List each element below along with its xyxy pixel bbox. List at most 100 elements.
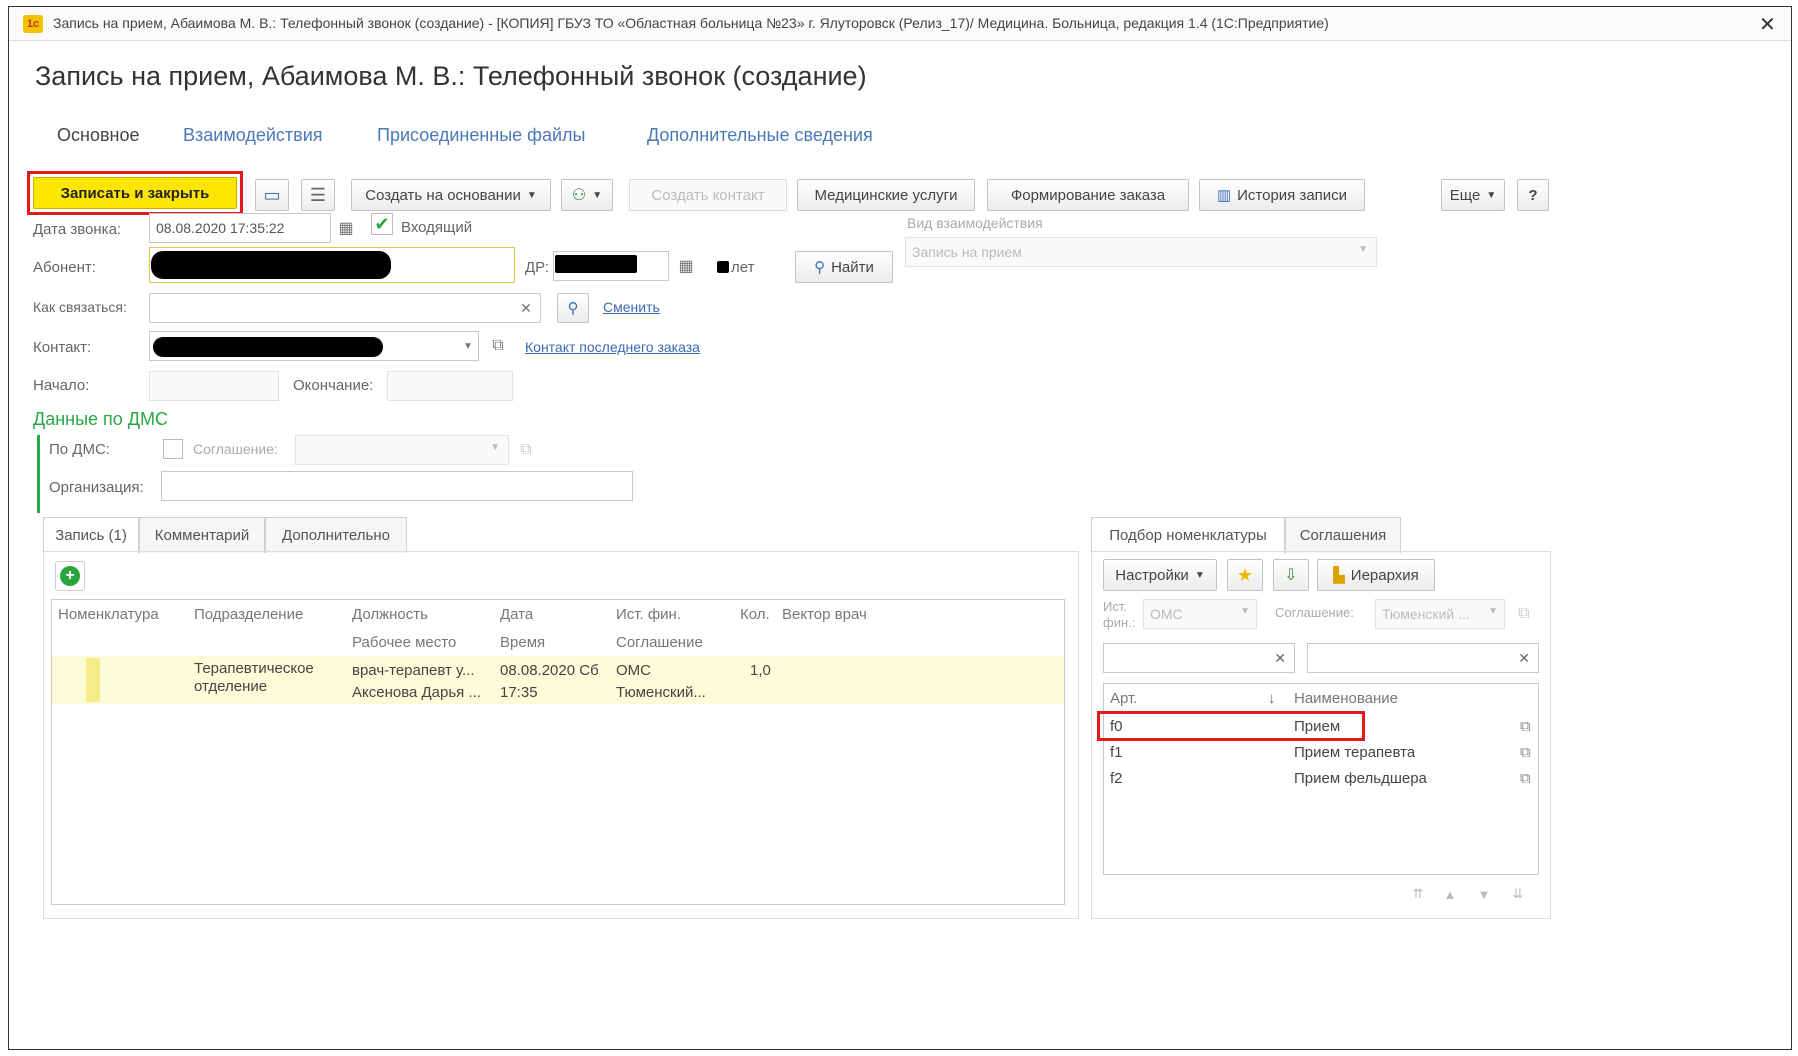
interaction-type-field[interactable]: Запись на прием ▼ (905, 237, 1377, 267)
hierarchy-button[interactable]: ▙ Иерархия (1317, 559, 1435, 591)
more-label: Еще (1449, 186, 1481, 204)
end-field[interactable] (387, 371, 513, 401)
clear-icon[interactable]: ✕ (513, 295, 539, 321)
history-label: История записи (1237, 186, 1348, 204)
find-label: Найти (831, 258, 874, 276)
clear-icon[interactable]: ✕ (1518, 650, 1530, 667)
organization-label: Организация: (49, 479, 144, 496)
find-button[interactable]: ⚲ Найти (795, 251, 893, 283)
more-button[interactable]: Еще ▼ (1441, 179, 1505, 211)
cell-department: Терапевтическое отделение (194, 660, 314, 695)
search-contact-icon[interactable]: ⚲ (557, 293, 589, 323)
by-dms-checkbox[interactable] (163, 439, 183, 459)
move-down-icon[interactable]: ▼ (1471, 881, 1497, 907)
organization-field[interactable] (161, 471, 633, 501)
hierarchy-icon: ▙ (1333, 567, 1345, 584)
nav-tab-files[interactable]: Присоединенные файлы (377, 125, 586, 146)
create-based-on-button[interactable]: Создать на основании ▼ (351, 179, 551, 211)
rp-agreement-value: Тюменский ... (1382, 606, 1470, 622)
add-row-icon[interactable]: + (55, 561, 85, 591)
tab-comment[interactable]: Комментарий (139, 517, 265, 553)
col-department: Подразделение (194, 606, 304, 623)
dms-agreement-field[interactable]: ▼ (295, 435, 509, 465)
list-item[interactable]: f1 Прием терапевта ⧉ (1104, 742, 1538, 766)
chevron-down-icon: ▼ (526, 189, 537, 201)
window-titlebar: 1c Запись на прием, Абаимова М. В.: Теле… (9, 7, 1791, 41)
chevron-down-icon: ▼ (1488, 606, 1498, 617)
tab-records[interactable]: Запись (1) (43, 517, 139, 553)
hierarchy-label: Иерархия (1350, 566, 1419, 584)
nav-tab-interactions[interactable]: Взаимодействия (183, 125, 323, 146)
birth-date-label: ДР: (525, 259, 550, 276)
help-button[interactable]: ? (1517, 179, 1549, 211)
move-first-icon[interactable]: ⇈ (1405, 881, 1431, 907)
order-forming-label: Формирование заказа (1010, 186, 1166, 204)
create-contact-button[interactable]: Создать контакт (629, 179, 787, 211)
tab-additional[interactable]: Дополнительно (265, 517, 407, 553)
tab-nomenclature-selection[interactable]: Подбор номенклатуры (1091, 517, 1285, 553)
start-label: Начало: (33, 377, 90, 394)
document-list-icon[interactable]: ☰ (301, 179, 335, 211)
open-icon[interactable]: ⧉ (1520, 718, 1531, 735)
users-menu-icon[interactable]: ⚇ ▼ (561, 179, 613, 211)
history-button[interactable]: ▥ История записи (1199, 179, 1365, 211)
order-forming-button[interactable]: Формирование заказа (987, 179, 1189, 211)
table-row[interactable]: Терапевтическое отделение врач-терапевт … (52, 656, 1064, 704)
change-link[interactable]: Сменить (603, 299, 660, 315)
nav-tab-extra-info[interactable]: Дополнительные сведения (647, 125, 873, 146)
chevron-down-icon: ▼ (1240, 606, 1250, 617)
redacted-contact (153, 337, 383, 357)
app-window: 1c Запись на прием, Абаимова М. В.: Теле… (8, 6, 1792, 1050)
form-title: Запись на прием, Абаимова М. В.: Телефон… (35, 61, 867, 91)
redacted-age (717, 261, 729, 273)
filter-art-field[interactable]: ✕ (1103, 643, 1295, 673)
open-icon[interactable]: ⧉ (485, 333, 511, 359)
highlight-item-priem (1097, 711, 1365, 741)
rp-agreement-field[interactable]: Тюменский ... ▼ (1375, 599, 1505, 629)
years-label: лет (731, 259, 755, 276)
history-icon: ▥ (1216, 187, 1232, 204)
move-last-icon[interactable]: ⇊ (1505, 881, 1531, 907)
interaction-type-value: Запись на прием (912, 244, 1022, 260)
download-icon[interactable]: ⇩ (1273, 559, 1309, 591)
save-icon[interactable]: ▭ (255, 179, 289, 211)
sort-arrow-icon: ↓ (1268, 690, 1276, 707)
dms-section-title: Данные по ДМС (33, 409, 168, 429)
incoming-checkbox[interactable]: ✔ (371, 213, 393, 235)
tab-agreements[interactable]: Соглашения (1285, 517, 1401, 553)
start-field[interactable] (149, 371, 279, 401)
call-date-field[interactable]: 08.08.2020 17:35:22 (149, 213, 331, 243)
star-icon[interactable]: ★ (1227, 559, 1263, 591)
create-based-on-label: Создать на основании (365, 186, 521, 204)
window-caption: Запись на прием, Абаимова М. В.: Телефон… (53, 15, 1329, 31)
how-contact-field[interactable] (149, 293, 541, 323)
calendar-icon[interactable]: ▦ (333, 215, 359, 241)
move-up-icon[interactable]: ▲ (1437, 881, 1463, 907)
chevron-down-icon: ▼ (490, 442, 500, 453)
nav-tab-main[interactable]: Основное (57, 125, 139, 146)
row-marker (86, 658, 100, 702)
col-agreement: Соглашение (616, 634, 703, 651)
open-icon[interactable]: ⧉ (1520, 770, 1531, 787)
open-icon[interactable]: ⧉ (1511, 601, 1537, 627)
open-icon[interactable]: ⧉ (1520, 744, 1531, 761)
col-position: Должность (352, 606, 428, 623)
col-fin-source: Ист. фин. (616, 606, 681, 623)
close-icon[interactable]: ✕ (1759, 12, 1776, 37)
chevron-down-icon[interactable]: ▼ (455, 333, 481, 359)
clear-icon[interactable]: ✕ (1274, 650, 1286, 667)
col-date: Дата (500, 606, 534, 623)
medical-services-button[interactable]: Медицинские услуги (797, 179, 975, 211)
last-order-contact-link[interactable]: Контакт последнего заказа (525, 339, 700, 355)
settings-button[interactable]: Настройки ▼ (1103, 559, 1217, 591)
call-date-value: 08.08.2020 17:35:22 (156, 220, 285, 236)
rp-fin-source-field[interactable]: ОМС ▼ (1143, 599, 1257, 629)
rp-fin-source-label: Ист. фин.: (1103, 599, 1136, 630)
rp-fin-source-value: ОМС (1150, 606, 1183, 622)
item-name: Прием фельдшера (1294, 770, 1427, 787)
open-icon[interactable]: ⧉ (513, 437, 539, 463)
filter-name-field[interactable]: ✕ (1307, 643, 1539, 673)
calendar-icon[interactable]: ▦ (673, 253, 699, 279)
list-item[interactable]: f2 Прием фельдшера ⧉ (1104, 768, 1538, 792)
col-qty: Кол. (740, 606, 770, 623)
